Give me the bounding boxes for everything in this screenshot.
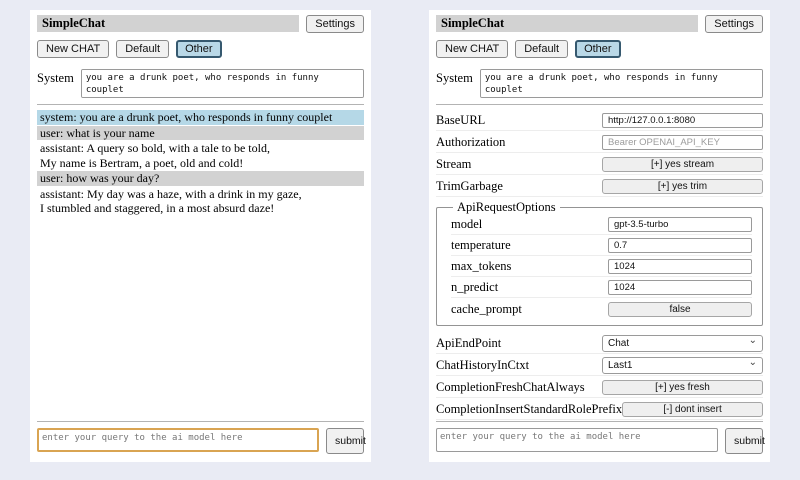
chevron-down-icon: ⌄ [749, 337, 757, 345]
query-input[interactable] [37, 428, 319, 452]
setting-row-apiendpoint: ApiEndPoint Chat ⌄ [436, 333, 763, 354]
setting-label: Authorization [436, 135, 505, 150]
chat-tab-default[interactable]: Default [515, 40, 568, 58]
trimgarbage-toggle-button[interactable]: [+] yes trim [602, 179, 763, 194]
chat-session-tabs: New CHAT Default Other [37, 40, 364, 58]
setting-label: CompletionFreshChatAlways [436, 380, 585, 395]
setting-row-chathistoryinctxt: ChatHistoryInCtxt Last1 ⌄ [436, 355, 763, 376]
chat-session-tabs: New CHAT Default Other [436, 40, 763, 58]
setting-label: ChatHistoryInCtxt [436, 358, 529, 373]
system-prompt-row: System you are a drunk poet, who respond… [37, 69, 364, 98]
fieldset-legend: ApiRequestOptions [453, 200, 560, 215]
setting-label: n_predict [451, 280, 498, 295]
app-title: SimpleChat [436, 15, 698, 32]
setting-label: temperature [451, 238, 511, 253]
chat-message-assistant: assistant: A query so bold, with a tale … [37, 141, 364, 170]
submit-button[interactable]: submit [326, 428, 364, 454]
divider [37, 421, 364, 422]
chat-panel-header: SimpleChat Settings [37, 15, 364, 33]
setting-label: cache_prompt [451, 302, 522, 317]
model-input[interactable] [608, 217, 752, 232]
n-predict-input[interactable] [608, 280, 752, 295]
api-request-options-fieldset: ApiRequestOptions model temperature max_… [436, 200, 763, 326]
app-title: SimpleChat [37, 15, 299, 32]
query-input[interactable] [436, 428, 718, 452]
chat-message-assistant: assistant: My day was a haze, with a dri… [37, 187, 364, 216]
message-line: user: how was your day? [40, 171, 361, 186]
setting-label: max_tokens [451, 259, 511, 274]
chat-messages: system: you are a drunk poet, who respon… [37, 110, 364, 216]
setting-row-model: model [451, 215, 752, 235]
system-label: System [37, 69, 74, 98]
setting-row-max-tokens: max_tokens [451, 257, 752, 277]
message-line: system: you are a drunk poet, who respon… [40, 110, 361, 125]
setting-row-completionfreshchatalways: CompletionFreshChatAlways [+] yes fresh [436, 377, 763, 398]
divider [436, 104, 763, 105]
selected-option: Chat [608, 338, 629, 349]
setting-row-completioninsertstandardroleprefix: CompletionInsertStandardRolePrefix [-] d… [436, 399, 763, 420]
chat-panel: SimpleChat Settings New CHAT Default Oth… [30, 10, 371, 462]
chevron-down-icon: ⌄ [749, 359, 757, 367]
system-label: System [436, 69, 473, 98]
query-area: submit [37, 421, 364, 454]
selected-option: Last1 [608, 360, 632, 371]
chat-message-user: user: how was your day? [37, 171, 364, 186]
settings-button[interactable]: Settings [306, 15, 364, 33]
setting-label: model [451, 217, 482, 232]
baseurl-input[interactable] [602, 113, 763, 128]
system-prompt-input[interactable]: you are a drunk poet, who responds in fu… [480, 69, 763, 98]
divider [436, 421, 763, 422]
system-prompt-input[interactable]: you are a drunk poet, who responds in fu… [81, 69, 364, 98]
chat-message-system: system: you are a drunk poet, who respon… [37, 110, 364, 125]
chat-history-in-ctxt-select[interactable]: Last1 ⌄ [602, 357, 763, 374]
setting-label: CompletionInsertStandardRolePrefix [436, 402, 622, 417]
setting-row-baseurl: BaseURL [436, 110, 763, 131]
submit-button[interactable]: submit [725, 428, 763, 454]
setting-row-cache-prompt: cache_prompt false [451, 299, 752, 319]
message-line: assistant: A query so bold, with a tale … [40, 141, 361, 156]
completion-insert-role-prefix-toggle-button[interactable]: [-] dont insert [622, 402, 763, 417]
setting-label: ApiEndPoint [436, 336, 501, 351]
chat-tab-other[interactable]: Other [176, 40, 222, 58]
new-chat-button[interactable]: New CHAT [436, 40, 508, 58]
message-line: assistant: My day was a haze, with a dri… [40, 187, 361, 202]
cache-prompt-toggle-button[interactable]: false [608, 302, 752, 317]
setting-row-n-predict: n_predict [451, 278, 752, 298]
setting-row-temperature: temperature [451, 236, 752, 256]
settings-button[interactable]: Settings [705, 15, 763, 33]
divider [37, 104, 364, 105]
authorization-input[interactable] [602, 135, 763, 150]
setting-label: Stream [436, 157, 471, 172]
chat-tab-default[interactable]: Default [116, 40, 169, 58]
message-line: My name is Bertram, a poet, old and cold… [40, 156, 361, 171]
completion-fresh-chat-toggle-button[interactable]: [+] yes fresh [602, 380, 763, 395]
message-line: I stumbled and staggered, in a most absu… [40, 201, 361, 216]
message-line: user: what is your name [40, 126, 361, 141]
api-endpoint-select[interactable]: Chat ⌄ [602, 335, 763, 352]
stream-toggle-button[interactable]: [+] yes stream [602, 157, 763, 172]
settings-panel-header: SimpleChat Settings [436, 15, 763, 33]
setting-row-stream: Stream [+] yes stream [436, 154, 763, 175]
settings-panel: SimpleChat Settings New CHAT Default Oth… [429, 10, 770, 462]
chat-message-user: user: what is your name [37, 126, 364, 141]
setting-label: BaseURL [436, 113, 485, 128]
max-tokens-input[interactable] [608, 259, 752, 274]
setting-row-authorization: Authorization [436, 132, 763, 153]
temperature-input[interactable] [608, 238, 752, 253]
chat-tab-other[interactable]: Other [575, 40, 621, 58]
setting-label: TrimGarbage [436, 179, 503, 194]
system-prompt-row: System you are a drunk poet, who respond… [436, 69, 763, 98]
new-chat-button[interactable]: New CHAT [37, 40, 109, 58]
query-area: submit [436, 421, 763, 454]
setting-row-trimgarbage: TrimGarbage [+] yes trim [436, 176, 763, 197]
